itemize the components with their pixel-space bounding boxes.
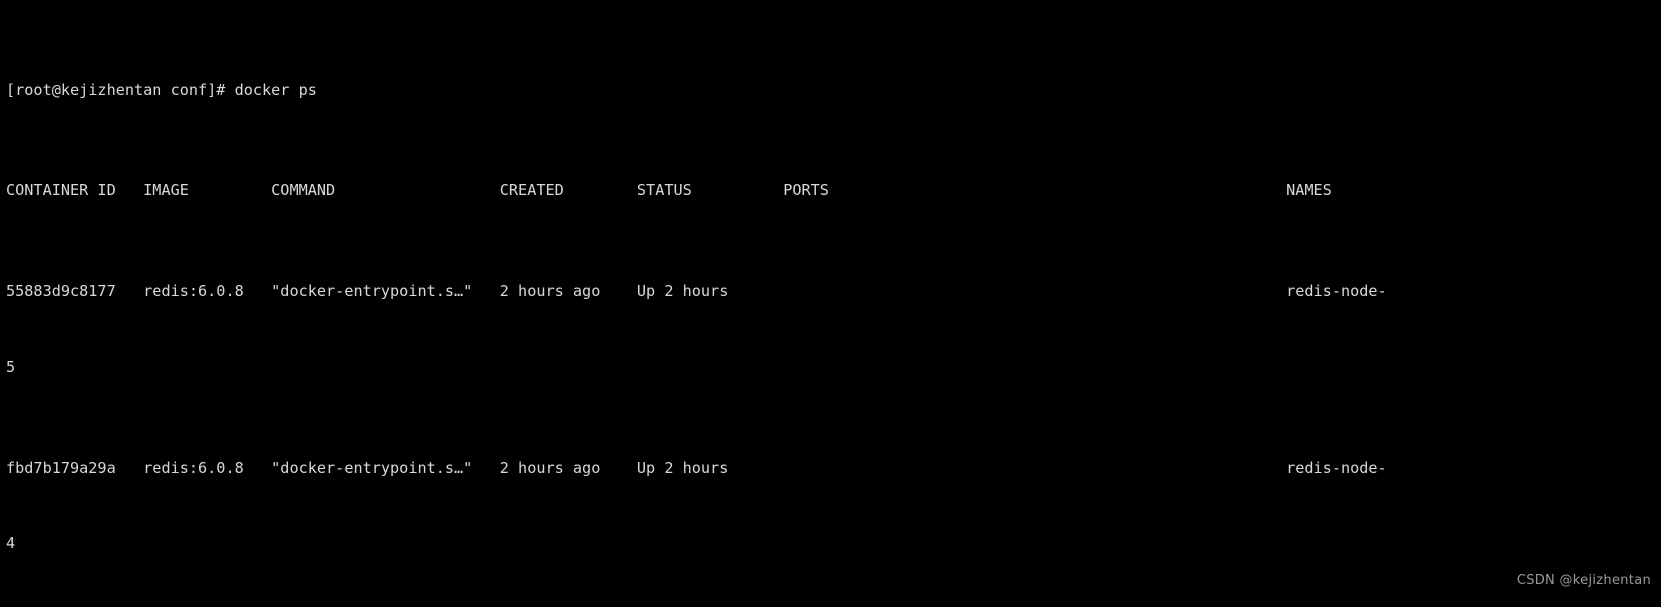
table-row: 55883d9c8177 redis:6.0.8 "docker-entrypo… bbox=[6, 279, 1661, 304]
watermark-text: CSDN @kejizhentan bbox=[1516, 572, 1651, 588]
table-row-wrap: 4 bbox=[6, 531, 1661, 556]
terminal-screen: [root@kejizhentan conf]# docker ps CONTA… bbox=[6, 2, 1661, 607]
table-row-wrap: 5 bbox=[6, 355, 1661, 380]
table-row: fbd7b179a29a redis:6.0.8 "docker-entrypo… bbox=[6, 456, 1661, 481]
docker-ps-header-text: CONTAINER ID IMAGE COMMAND CREATED STATU… bbox=[6, 181, 1332, 200]
command-line-docker-ps: [root@kejizhentan conf]# docker ps bbox=[6, 78, 1661, 103]
command-text: [root@kejizhentan conf]# docker ps bbox=[6, 80, 317, 99]
docker-ps-row-wrap-text: 5 bbox=[6, 357, 16, 376]
docker-ps-row-text: 55883d9c8177 redis:6.0.8 "docker-entrypo… bbox=[6, 282, 1387, 301]
terminal-window[interactable]: [root@kejizhentan conf]# docker ps CONTA… bbox=[0, 0, 1661, 607]
docker-ps-row-wrap-text: 4 bbox=[6, 534, 16, 553]
docker-ps-header: CONTAINER ID IMAGE COMMAND CREATED STATU… bbox=[6, 178, 1661, 203]
docker-ps-row-text: fbd7b179a29a redis:6.0.8 "docker-entrypo… bbox=[6, 458, 1387, 477]
watermark: CSDN @kejizhentan bbox=[1517, 568, 1651, 593]
